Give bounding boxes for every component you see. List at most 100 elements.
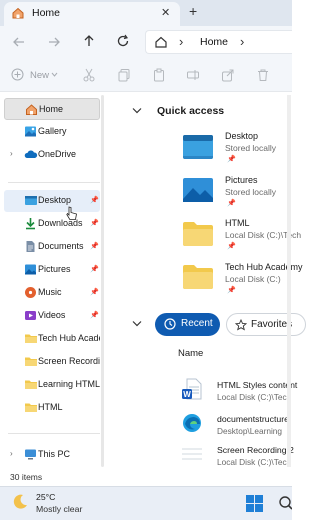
chevron-right-icon[interactable]: › xyxy=(10,149,13,158)
weather-temperature[interactable]: 25°C xyxy=(36,492,55,502)
sidebar-item-downloads[interactable]: Downloads 📌 xyxy=(4,213,100,235)
file-location: Local Disk (C:)\Tech xyxy=(217,392,292,402)
column-header-name[interactable]: Name xyxy=(178,348,203,359)
search-icon[interactable] xyxy=(278,496,292,512)
sidebar-item-pictures[interactable]: Pictures 📌 xyxy=(4,259,100,281)
pin-icon[interactable]: 📌 xyxy=(90,242,99,250)
new-plus-icon[interactable] xyxy=(11,68,24,81)
sidebar-item-music[interactable]: Music 📌 xyxy=(4,282,100,304)
file-location: Desktop\Learning xyxy=(217,426,283,436)
pin-icon[interactable]: 📌 xyxy=(90,196,99,204)
chevron-down-icon[interactable] xyxy=(51,72,58,77)
sidebar-scrollbar[interactable] xyxy=(101,95,104,467)
weather-moon-icon[interactable] xyxy=(10,492,30,512)
edge-browser-icon[interactable] xyxy=(182,413,202,433)
favorites-tab-button[interactable]: Favorites xyxy=(226,313,306,336)
item-count: 30 items xyxy=(10,472,43,482)
folder-icon[interactable] xyxy=(183,264,213,290)
pin-icon[interactable]: 📌 xyxy=(90,311,99,319)
address-bar[interactable]: › Home › xyxy=(145,30,292,54)
sidebar-item-onedrive[interactable]: › OneDrive xyxy=(4,144,100,166)
home-icon xyxy=(25,103,38,116)
sidebar-item-videos[interactable]: Videos 📌 xyxy=(4,305,100,327)
quick-access-location: Local Disk (C:) xyxy=(225,274,281,284)
gallery-icon xyxy=(24,125,37,138)
favorites-label: Favorites xyxy=(251,319,293,330)
sidebar-item-screen-recordings[interactable]: Screen Recordings xyxy=(4,351,100,373)
breadcrumb-home[interactable]: Home xyxy=(200,36,228,48)
pin-icon[interactable]: 📌 xyxy=(90,219,99,227)
pin-icon: 📌 xyxy=(227,156,236,163)
close-tab-icon[interactable]: ✕ xyxy=(161,6,170,19)
documents-icon xyxy=(24,240,37,253)
quick-access-location: Stored locally xyxy=(225,187,277,197)
sidebar-item-label: Learning HTML xyxy=(38,379,100,389)
back-arrow-icon[interactable] xyxy=(12,35,26,49)
file-location: Local Disk (C:)\Tech xyxy=(217,457,292,467)
windows-start-icon[interactable] xyxy=(246,495,263,512)
breadcrumb-separator: › xyxy=(179,34,184,49)
sidebar-item-gallery[interactable]: Gallery xyxy=(4,121,100,143)
breadcrumb-chevron[interactable]: › xyxy=(240,34,244,49)
quick-access-location: Stored locally xyxy=(225,143,277,153)
folder-icon xyxy=(24,332,37,345)
pin-icon[interactable]: 📌 xyxy=(90,265,99,273)
sidebar-item-label: OneDrive xyxy=(38,149,77,159)
sidebar-item-label: Gallery xyxy=(38,126,67,136)
collapse-chevron-icon[interactable] xyxy=(132,320,142,327)
sidebar-item-label: HTML xyxy=(38,402,63,412)
folder-icon xyxy=(24,378,37,391)
cut-icon[interactable] xyxy=(82,68,96,82)
refresh-icon[interactable] xyxy=(116,34,130,48)
sidebar-divider xyxy=(8,182,100,183)
sidebar-item-label: Home xyxy=(39,104,64,114)
this-pc-icon xyxy=(24,448,37,461)
paste-icon[interactable] xyxy=(152,68,166,82)
chevron-right-icon[interactable]: › xyxy=(10,449,13,458)
pin-icon[interactable]: 📌 xyxy=(90,288,99,296)
new-tab-button[interactable]: + xyxy=(189,3,197,19)
mouse-cursor-icon xyxy=(66,206,78,221)
file-name[interactable]: Screen Recording 2 xyxy=(217,445,294,455)
desktop-folder-icon xyxy=(24,194,37,207)
music-icon xyxy=(24,286,37,299)
recent-tab-button[interactable]: Recent xyxy=(155,313,220,336)
sidebar-item-desktop[interactable]: Desktop 📌 xyxy=(4,190,100,212)
new-button[interactable]: New xyxy=(30,70,49,81)
quick-access-name[interactable]: Desktop xyxy=(225,131,258,141)
downloads-icon xyxy=(24,217,37,230)
pin-icon: 📌 xyxy=(227,200,236,207)
sidebar-item-home[interactable]: Home xyxy=(4,98,100,120)
word-document-icon[interactable]: W xyxy=(182,378,202,400)
copy-icon[interactable] xyxy=(117,68,131,82)
quick-access-name[interactable]: HTML xyxy=(225,218,250,228)
collapse-chevron-icon[interactable] xyxy=(132,107,142,114)
pictures-icon xyxy=(24,263,37,276)
file-name[interactable]: documentstructure xyxy=(217,414,289,424)
sidebar-item-label: Tech Hub Academy xyxy=(38,333,100,343)
sidebar-item-tech-hub-academy[interactable]: Tech Hub Academy xyxy=(4,328,100,350)
forward-arrow-icon[interactable] xyxy=(47,35,61,49)
delete-icon[interactable] xyxy=(256,68,270,82)
up-arrow-icon[interactable] xyxy=(82,34,96,48)
folder-icon[interactable] xyxy=(183,221,213,247)
sidebar-item-learning-html[interactable]: Learning HTML xyxy=(4,374,100,396)
sidebar-item-html[interactable]: HTML xyxy=(4,397,100,419)
pictures-folder-icon[interactable] xyxy=(183,177,213,203)
share-icon[interactable] xyxy=(221,68,235,82)
quick-access-name[interactable]: Pictures xyxy=(225,175,258,185)
video-file-icon[interactable] xyxy=(182,446,202,462)
desktop-folder-icon[interactable] xyxy=(183,134,213,160)
rename-icon[interactable] xyxy=(186,68,200,82)
clock-icon xyxy=(164,318,176,330)
tab-home[interactable]: Home ✕ xyxy=(4,2,180,26)
weather-condition[interactable]: Mostly clear xyxy=(36,504,82,514)
sidebar-item-label: Screen Recordings xyxy=(38,356,100,366)
main-scrollbar[interactable] xyxy=(287,95,291,467)
file-name[interactable]: HTML Styles content xyxy=(217,380,297,390)
pin-icon: 📌 xyxy=(227,243,236,250)
sidebar-item-label: This PC xyxy=(38,449,71,459)
sidebar-item-this-pc[interactable]: › This PC xyxy=(4,444,100,466)
sidebar-item-documents[interactable]: Documents 📌 xyxy=(4,236,100,258)
navigation-pane: Home Gallery › OneDrive Desktop 📌 Downlo… xyxy=(0,92,104,469)
